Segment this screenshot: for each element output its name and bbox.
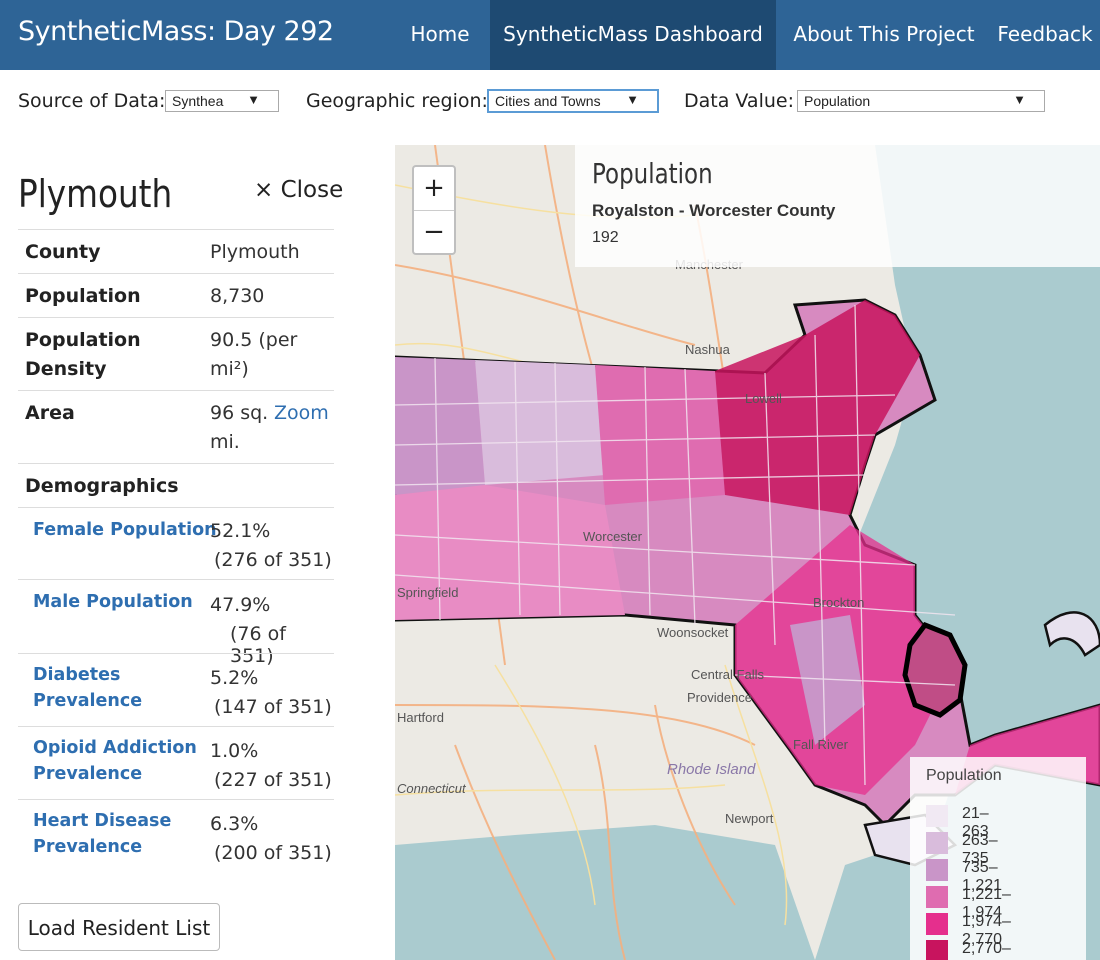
dropdown-arrow-icon: ▼: [626, 92, 639, 107]
map-label: Central Falls: [691, 667, 764, 682]
map-label: Connecticut: [397, 781, 466, 796]
panel-title: Plymouth: [18, 172, 173, 216]
density-value-line2: mi²): [210, 358, 249, 380]
nav-home[interactable]: Home: [400, 0, 480, 70]
county-label: County: [25, 241, 101, 263]
map-label: Lowell: [745, 391, 782, 406]
legend-swatch: [926, 832, 948, 854]
population-label: Population: [25, 285, 141, 307]
population-row: Population 8,730: [18, 273, 334, 318]
demographic-pct: 52.1%: [210, 520, 271, 542]
density-row: Population Density 90.5 (per mi²): [18, 317, 334, 391]
map-label: Nashua: [685, 342, 730, 357]
region-select[interactable]: Cities and Towns ▼: [487, 89, 659, 113]
demographic-row: Opioid Addiction Prevalence 1.0% (227 of…: [18, 726, 334, 800]
area-value-line1: 96 sq.: [210, 402, 269, 424]
dropdown-arrow-icon: ▼: [1013, 92, 1026, 107]
demographic-name[interactable]: Heart Disease: [33, 808, 171, 834]
nav-dashboard[interactable]: SyntheticMass Dashboard: [490, 0, 776, 70]
map-label: Rhode Island: [667, 761, 756, 778]
demographic-rank: (147 of 351): [214, 696, 332, 718]
info-place: Royalston - Worcester County: [592, 201, 836, 220]
county-value: Plymouth: [210, 241, 300, 263]
demographic-pct: 47.9%: [210, 594, 271, 616]
map-label: Brockton: [813, 595, 865, 610]
demographic-row: Heart Disease Prevalence 6.3% (200 of 35…: [18, 799, 334, 873]
legend-title: Population: [926, 767, 1002, 784]
source-label: Source of Data:: [18, 90, 166, 112]
map-label: Providence: [687, 690, 753, 705]
zoom-out-button[interactable]: −: [414, 211, 454, 254]
legend-swatch: [926, 940, 948, 960]
demographic-row: Diabetes Prevalence 5.2% (147 of 351): [18, 653, 334, 727]
demographic-name-line2[interactable]: Prevalence: [33, 761, 142, 787]
demographic-rank: (276 of 351): [214, 549, 332, 571]
map-label: Hartford: [397, 710, 444, 725]
top-navbar: SyntheticMass: Day 292 Home SyntheticMas…: [0, 0, 1100, 70]
demographic-rank: (227 of 351): [214, 769, 332, 791]
brand-part1: Synthetic: [18, 16, 141, 47]
density-label-line2: Density: [25, 358, 107, 380]
source-select-value: Synthea: [172, 93, 224, 109]
zoom-link[interactable]: Zoom: [274, 399, 329, 428]
data-value-select[interactable]: Population ▼: [797, 90, 1045, 112]
region-central: [475, 360, 605, 485]
info-value: 192: [592, 229, 619, 246]
region-select-value: Cities and Towns: [495, 93, 601, 109]
area-label: Area: [25, 402, 75, 424]
demographic-name-line2[interactable]: Prevalence: [33, 834, 142, 860]
county-row: County Plymouth: [18, 229, 334, 274]
map-label: Springfield: [397, 585, 459, 600]
choropleth-map[interactable]: Nashua Manchester Worcester Providence C…: [395, 145, 1100, 960]
info-title: Population: [592, 157, 713, 190]
demographic-name[interactable]: Male Population: [33, 589, 193, 615]
source-select[interactable]: Synthea ▼: [165, 90, 279, 112]
zoom-control: + −: [412, 165, 456, 255]
data-value-select-value: Population: [804, 93, 871, 109]
population-value: 8,730: [210, 285, 265, 307]
legend-swatch: [926, 886, 948, 908]
demographics-header-row: Demographics: [18, 463, 334, 508]
map-label: Woonsocket: [657, 625, 729, 640]
map-label: Worcester: [583, 529, 642, 544]
demographic-row: Male Population 47.9% (76 of 351): [18, 579, 334, 667]
demographic-rank: (200 of 351): [214, 842, 332, 864]
map-legend: Population 21–263 263–735 735–1,221 1,22…: [910, 757, 1086, 960]
demographic-pct: 1.0%: [210, 740, 259, 762]
demographic-name[interactable]: Opioid Addiction: [33, 735, 197, 761]
legend-swatch: [926, 805, 948, 827]
brand-part2: Mass: Day 292: [140, 16, 334, 47]
load-resident-list-button[interactable]: Load Resident List: [18, 903, 220, 951]
density-value-line1: 90.5 (per: [210, 329, 298, 351]
map-label: Newport: [725, 811, 774, 826]
long-island-sound: [395, 825, 815, 960]
area-row: Area 96 sq. mi. Zoom: [18, 390, 334, 464]
region-west: [395, 357, 485, 495]
region-label: Geographic region:: [306, 90, 488, 112]
region-worcester: [595, 365, 725, 505]
nav-about[interactable]: About This Project: [786, 0, 982, 70]
demographic-pct: 5.2%: [210, 667, 259, 689]
brand-logo[interactable]: SyntheticMass: Day 292: [18, 16, 334, 47]
demographic-name[interactable]: Diabetes: [33, 662, 120, 688]
legend-swatch: [926, 913, 948, 935]
hover-info-box: Population Royalston - Worcester County …: [575, 145, 1100, 267]
nav-feedback[interactable]: Feedback: [995, 0, 1095, 70]
close-button[interactable]: × Close: [254, 177, 343, 203]
demographic-row: Female Population 52.1% (276 of 351): [18, 507, 334, 580]
area-value-line2: mi.: [210, 431, 240, 453]
demographics-label: Demographics: [25, 475, 179, 497]
demographic-name[interactable]: Female Population: [33, 517, 217, 543]
legend-range: 2,770–4,951: [962, 940, 1011, 960]
demographic-name-line2[interactable]: Prevalence: [33, 688, 142, 714]
dropdown-arrow-icon: ▼: [247, 92, 260, 107]
map-label: Fall River: [793, 737, 848, 752]
demographic-pct: 6.3%: [210, 813, 259, 835]
zoom-in-button[interactable]: +: [414, 167, 454, 211]
density-label-line1: Population: [25, 329, 141, 351]
data-value-label: Data Value:: [684, 90, 794, 112]
legend-swatch: [926, 859, 948, 881]
